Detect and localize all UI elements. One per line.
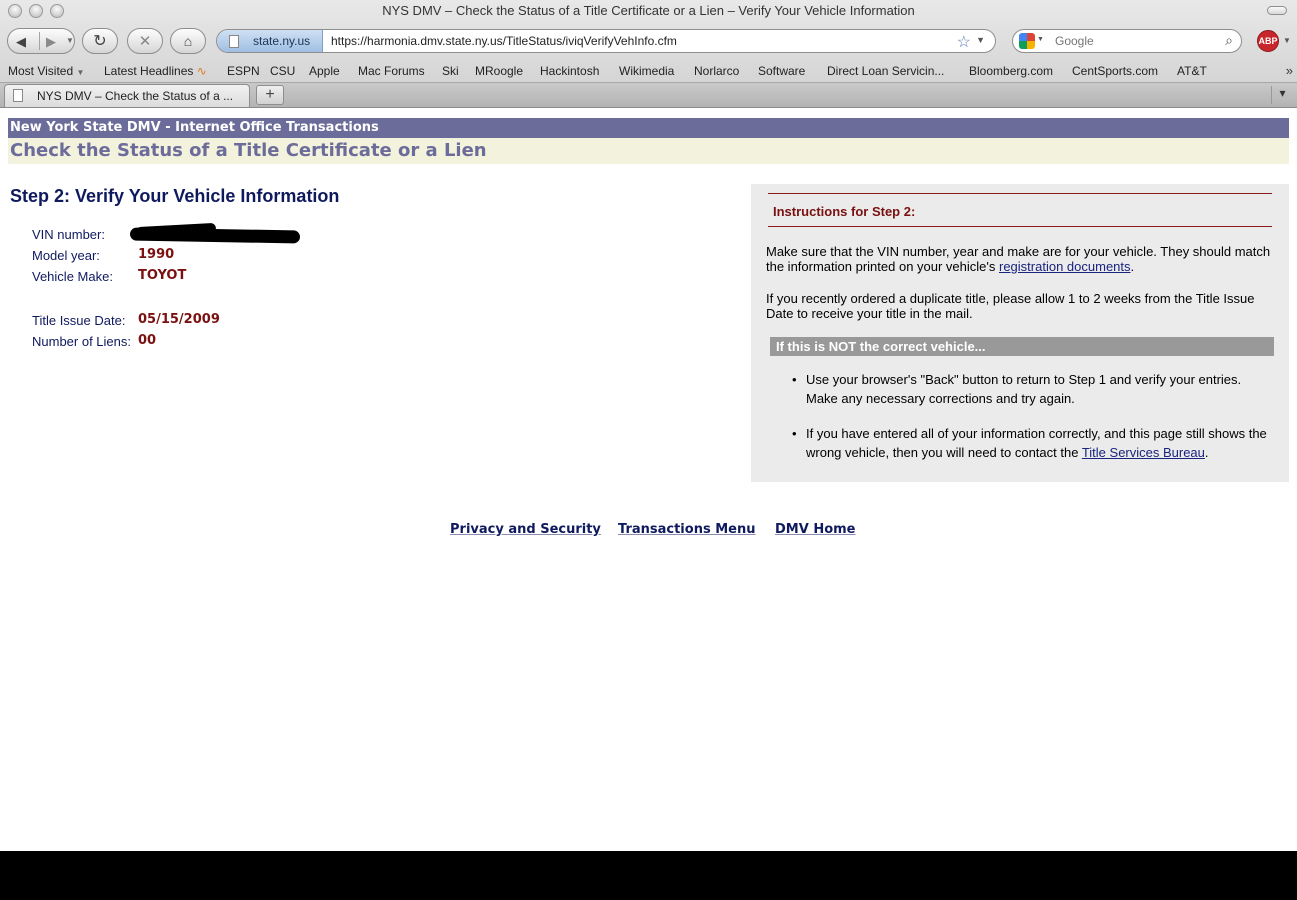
bookmark-star-icon[interactable]: ☆ [957, 32, 971, 52]
step-title: Step 2: Verify Your Vehicle Information [10, 186, 340, 206]
navigation-toolbar: ◀ ▶ ▼ ↻ ✕ ⌂ state.ny.us https://harmonia… [0, 26, 1297, 56]
screen-bottom-area [0, 851, 1297, 900]
instructions-paragraph: If you recently ordered a duplicate titl… [766, 291, 1255, 321]
back-forward-group: ◀ ▶ ▼ [7, 28, 75, 54]
home-icon: ⌂ [183, 33, 193, 49]
rss-icon: ∿ [196, 64, 207, 78]
dmv-home-link[interactable]: DMV Home [775, 522, 856, 537]
bookmark-latest-headlines[interactable]: Latest Headlines ∿ [104, 64, 207, 78]
title-bar: NYS DMV – Check the Status of a Title Ce… [0, 0, 1297, 22]
title-issue-date-label: Title Issue Date: [32, 313, 126, 328]
history-dropdown-icon[interactable]: ▼ [66, 36, 74, 45]
search-input[interactable] [1055, 33, 1215, 49]
search-bar[interactable]: ▼ ⌕ [1012, 29, 1242, 53]
privacy-security-link[interactable]: Privacy and Security [450, 522, 601, 537]
bookmark-centsports[interactable]: CentSports.com [1072, 64, 1158, 78]
vehicle-make-value: TOYOT [138, 268, 187, 283]
forward-arrow-icon[interactable]: ▶ [46, 34, 56, 50]
url-dropdown-icon[interactable]: ▼ [976, 35, 985, 45]
toolbar-toggle-button[interactable] [1267, 6, 1287, 15]
list-item: • If you have entered all of your inform… [792, 426, 1267, 460]
bookmark-mroogle[interactable]: MRoogle [475, 64, 523, 78]
bookmark-mac-forums[interactable]: Mac Forums [358, 64, 425, 78]
bookmark-wikimedia[interactable]: Wikimedia [619, 64, 674, 78]
bookmarks-toolbar: Most Visited ▼ Latest Headlines ∿ ESPN C… [0, 62, 1297, 82]
instructions-paragraph: Make sure that the VIN number, year and … [766, 244, 1271, 274]
back-arrow-icon[interactable]: ◀ [16, 34, 26, 50]
bookmark-software[interactable]: Software [758, 64, 805, 78]
instructions-title: Instructions for Step 2: [773, 204, 916, 219]
window-title: NYS DMV – Check the Status of a Title Ce… [382, 3, 915, 18]
adblock-icon[interactable]: ABP [1257, 30, 1279, 52]
bookmark-direct-loan[interactable]: Direct Loan Servicin... [827, 64, 944, 78]
page-icon [229, 35, 239, 48]
site-identity-button[interactable]: state.ny.us [217, 30, 323, 52]
search-engine-icon[interactable] [1019, 33, 1035, 49]
footer-links: Privacy and Security Transactions Menu D… [0, 522, 1297, 542]
number-of-liens-value: 00 [138, 333, 157, 348]
browser-chrome: NYS DMV – Check the Status of a Title Ce… [0, 0, 1297, 108]
vehicle-make-label: Vehicle Make: [32, 269, 113, 284]
bookmark-ski[interactable]: Ski [442, 64, 459, 78]
model-year-value: 1990 [138, 247, 175, 262]
tab-bar: NYS DMV – Check the Status of a ... + ▾ [0, 82, 1297, 108]
adblock-dropdown-icon[interactable]: ▼ [1283, 36, 1291, 45]
not-correct-vehicle-bar: If this is NOT the correct vehicle... [770, 337, 1274, 356]
bookmark-att[interactable]: AT&T [1177, 64, 1207, 78]
address-bar[interactable]: state.ny.us https://harmonia.dmv.state.n… [216, 29, 996, 53]
site-header: New York State DMV - Internet Office Tra… [8, 118, 1289, 138]
list-item: • Use your browser's "Back" button to re… [792, 372, 1242, 406]
bookmark-hackintosh[interactable]: Hackintosh [540, 64, 599, 78]
bookmark-norlarco[interactable]: Norlarco [694, 64, 739, 78]
bookmarks-overflow-icon[interactable]: » [1286, 63, 1293, 78]
instructions-panel: Instructions for Step 2: Make sure that … [751, 184, 1289, 482]
bookmark-apple[interactable]: Apple [309, 64, 340, 78]
site-identity-label: state.ny.us [253, 34, 311, 48]
new-tab-button[interactable]: + [256, 85, 284, 105]
title-issue-date-value: 05/15/2009 [138, 312, 220, 327]
bookmark-csu[interactable]: CSU [270, 64, 295, 78]
reload-button[interactable]: ↻ [82, 28, 118, 54]
bookmark-most-visited[interactable]: Most Visited ▼ [8, 64, 84, 78]
registration-documents-link[interactable]: registration documents [999, 259, 1131, 274]
stop-button[interactable]: ✕ [127, 28, 163, 54]
reload-icon: ↻ [93, 33, 107, 50]
page-title: Check the Status of a Title Certificate … [8, 138, 1289, 164]
stop-icon: ✕ [138, 33, 152, 50]
search-icon[interactable]: ⌕ [1225, 32, 1233, 49]
transactions-menu-link[interactable]: Transactions Menu [618, 522, 755, 537]
chevron-down-icon: ▼ [76, 68, 85, 77]
tab-label: NYS DMV – Check the Status of a ... [37, 89, 234, 103]
bookmark-espn[interactable]: ESPN [227, 64, 260, 78]
bookmark-bloomberg[interactable]: Bloomberg.com [969, 64, 1053, 78]
vin-label: VIN number: [32, 227, 105, 242]
model-year-label: Model year: [32, 248, 100, 263]
instructions-header: Instructions for Step 2: [768, 193, 1272, 227]
bullet-icon: • [792, 372, 797, 387]
bullet-icon: • [792, 426, 797, 441]
page-icon [13, 89, 23, 102]
number-of-liens-label: Number of Liens: [32, 334, 131, 349]
engine-dropdown-icon[interactable]: ▼ [1037, 36, 1044, 43]
title-services-bureau-link[interactable]: Title Services Bureau [1082, 445, 1205, 460]
page-viewport: New York State DMV - Internet Office Tra… [0, 108, 1297, 851]
url-text[interactable]: https://harmonia.dmv.state.ny.us/TitleSt… [331, 34, 677, 48]
tab-list-icon[interactable]: ▾ [1271, 86, 1293, 104]
home-button[interactable]: ⌂ [170, 28, 206, 54]
tab-active[interactable]: NYS DMV – Check the Status of a ... [4, 84, 250, 107]
